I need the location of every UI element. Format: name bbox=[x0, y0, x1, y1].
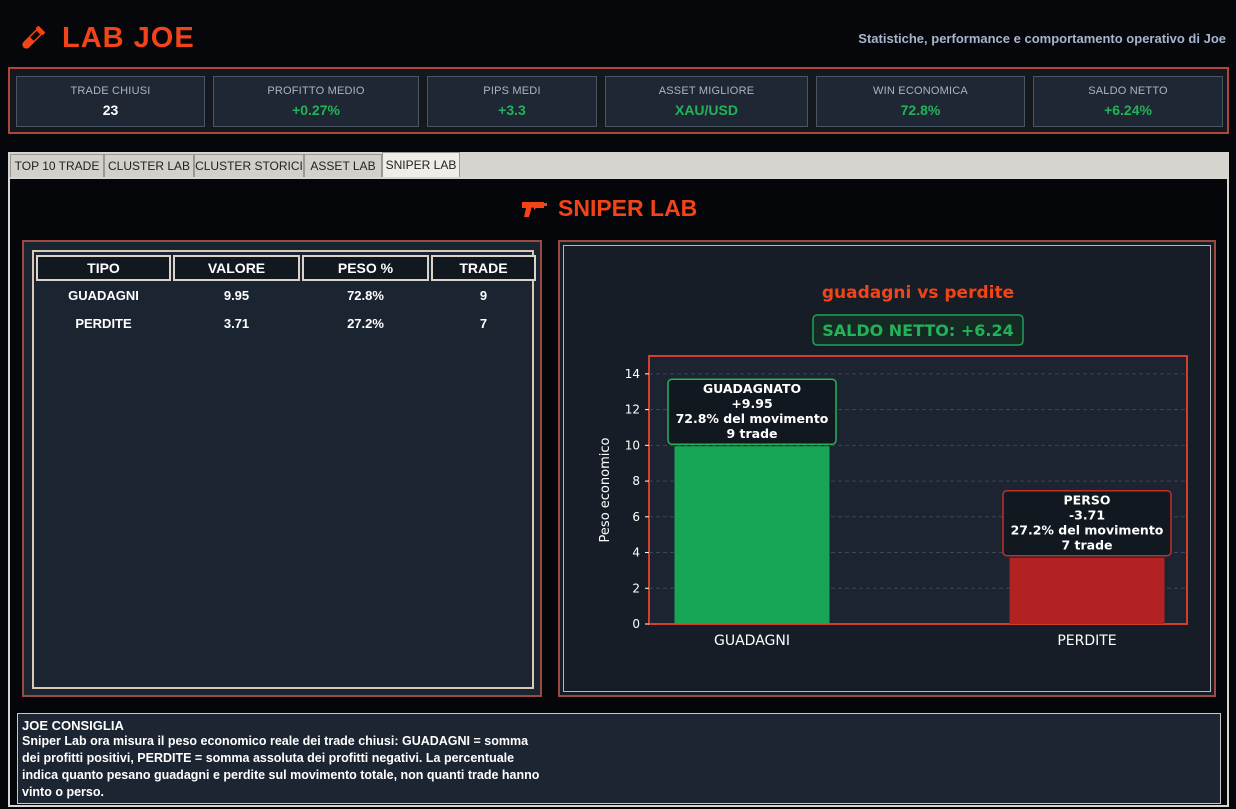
stats-table-panel: TIPO VALORE PESO % TRADE GUADAGNI 9.95 7… bbox=[22, 240, 542, 697]
chart-frame: guadagni vs perdite SALDO NETTO: +6.24 0 2 4… bbox=[563, 245, 1211, 692]
bar bbox=[674, 446, 830, 624]
kpi-bar: TRADE CHIUSI 23 PROFITTO MEDIO +0.27% PI… bbox=[8, 67, 1229, 134]
y-tick-label: 6 bbox=[632, 510, 640, 524]
kpi-card-asset-migliore: ASSET MIGLIORE XAU/USD bbox=[605, 76, 808, 127]
app-subtitle: Statistiche, performance e comportamento… bbox=[858, 31, 1226, 46]
table-cell: 7 bbox=[479, 316, 488, 331]
section-title: SNIPER LAB bbox=[520, 195, 697, 222]
kpi-card-profitto-medio: PROFITTO MEDIO +0.27% bbox=[213, 76, 419, 127]
y-tick-label: 4 bbox=[632, 546, 640, 560]
kpi-label: WIN ECONOMICA bbox=[873, 85, 968, 97]
kpi-value: +6.24% bbox=[1104, 102, 1152, 118]
table-cell: PERDITE bbox=[75, 316, 132, 331]
kpi-value: +0.27% bbox=[292, 102, 340, 118]
table-cell: 9.95 bbox=[223, 288, 250, 303]
chart-panel: guadagni vs perdite SALDO NETTO: +6.24 0 2 4… bbox=[558, 240, 1216, 697]
kpi-label: PIPS MEDI bbox=[483, 85, 541, 97]
tab-cluster-lab[interactable]: CLUSTER LAB bbox=[104, 154, 194, 177]
data-label: 27.2% del movimento bbox=[1011, 523, 1164, 538]
kpi-value: XAU/USD bbox=[674, 102, 738, 118]
kpi-value: 23 bbox=[102, 102, 119, 118]
kpi-card-pips-medi: PIPS MEDI +3.3 bbox=[427, 76, 597, 127]
advice-title: JOE CONSIGLIA bbox=[22, 718, 124, 733]
y-tick-label: 2 bbox=[632, 581, 640, 595]
kpi-label: PROFITTO MEDIO bbox=[267, 85, 365, 97]
stats-table: TIPO VALORE PESO % TRADE GUADAGNI 9.95 7… bbox=[32, 250, 536, 689]
bar-chart: guadagni vs perdite SALDO NETTO: +6.24 0 2 4… bbox=[598, 283, 1188, 649]
x-tick-label: PERDITE bbox=[1057, 633, 1116, 649]
table-cell: GUADAGNI bbox=[68, 288, 139, 303]
column-header[interactable]: VALORE bbox=[173, 255, 300, 281]
table-cell: 72.8% bbox=[347, 288, 384, 303]
section-title-label: SNIPER LAB bbox=[558, 195, 698, 221]
column-header[interactable]: TIPO bbox=[36, 255, 171, 281]
table-cell: 27.2% bbox=[347, 316, 384, 331]
tab-asset-lab[interactable]: ASSET LAB bbox=[304, 154, 382, 177]
table-cell: 3.71 bbox=[223, 316, 250, 331]
y-tick-label: 10 bbox=[625, 438, 640, 452]
data-label: GUADAGNATO bbox=[703, 381, 801, 396]
y-tick-label: 0 bbox=[632, 617, 640, 631]
kpi-label: TRADE CHIUSI bbox=[70, 85, 151, 97]
data-label: 72.8% del movimento bbox=[676, 411, 829, 426]
header: LAB JOE Statistiche, performance e compo… bbox=[0, 0, 1236, 68]
advice-box: JOE CONSIGLIA Sniper Lab ora misura il p… bbox=[17, 713, 1221, 804]
kpi-value: 72.8% bbox=[900, 102, 941, 118]
kpi-card-trade-chiusi: TRADE CHIUSI 23 bbox=[16, 76, 205, 127]
chart-title: guadagni vs perdite bbox=[822, 283, 1014, 303]
y-tick-label: 14 bbox=[625, 367, 640, 381]
data-label: +9.95 bbox=[731, 396, 772, 411]
tab-top-10-trade[interactable]: TOP 10 TRADE bbox=[10, 154, 104, 177]
x-tick-label: GUADAGNI bbox=[714, 633, 790, 649]
column-header[interactable]: PESO % bbox=[302, 255, 429, 281]
data-label: -3.71 bbox=[1069, 508, 1105, 523]
logo: LAB JOE bbox=[16, 22, 195, 55]
app-title: LAB JOE bbox=[62, 22, 195, 54]
y-tick-label: 12 bbox=[625, 403, 640, 417]
pistol-icon bbox=[522, 201, 547, 217]
kpi-value: +3.3 bbox=[498, 102, 526, 118]
kpi-label: ASSET MIGLIORE bbox=[658, 85, 755, 97]
tab-sniper-lab[interactable]: SNIPER LAB bbox=[382, 152, 460, 177]
kpi-label: SALDO NETTO bbox=[1088, 85, 1168, 97]
y-axis-label: Peso economico bbox=[598, 438, 613, 543]
table-cell: 9 bbox=[479, 288, 488, 303]
data-label: 9 trade bbox=[726, 426, 777, 441]
tab-bar: TOP 10 TRADE CLUSTER LAB CLUSTER STORICI… bbox=[8, 152, 1229, 177]
test-tube-icon bbox=[22, 25, 46, 49]
kpi-card-saldo-netto: SALDO NETTO +6.24% bbox=[1033, 76, 1223, 127]
data-label: PERSO bbox=[1064, 493, 1111, 508]
chart-subtitle: SALDO NETTO: +6.24 bbox=[822, 321, 1014, 340]
data-label: 7 trade bbox=[1061, 538, 1112, 553]
kpi-card-win-economica: WIN ECONOMICA 72.8% bbox=[816, 76, 1025, 127]
advice-text: Sniper Lab ora misura il peso economico … bbox=[22, 734, 540, 799]
column-header[interactable]: TRADE bbox=[431, 255, 536, 281]
y-tick-label: 8 bbox=[632, 474, 640, 488]
bar bbox=[1009, 557, 1165, 624]
tab-cluster-storici[interactable]: CLUSTER STORICI bbox=[194, 154, 304, 177]
